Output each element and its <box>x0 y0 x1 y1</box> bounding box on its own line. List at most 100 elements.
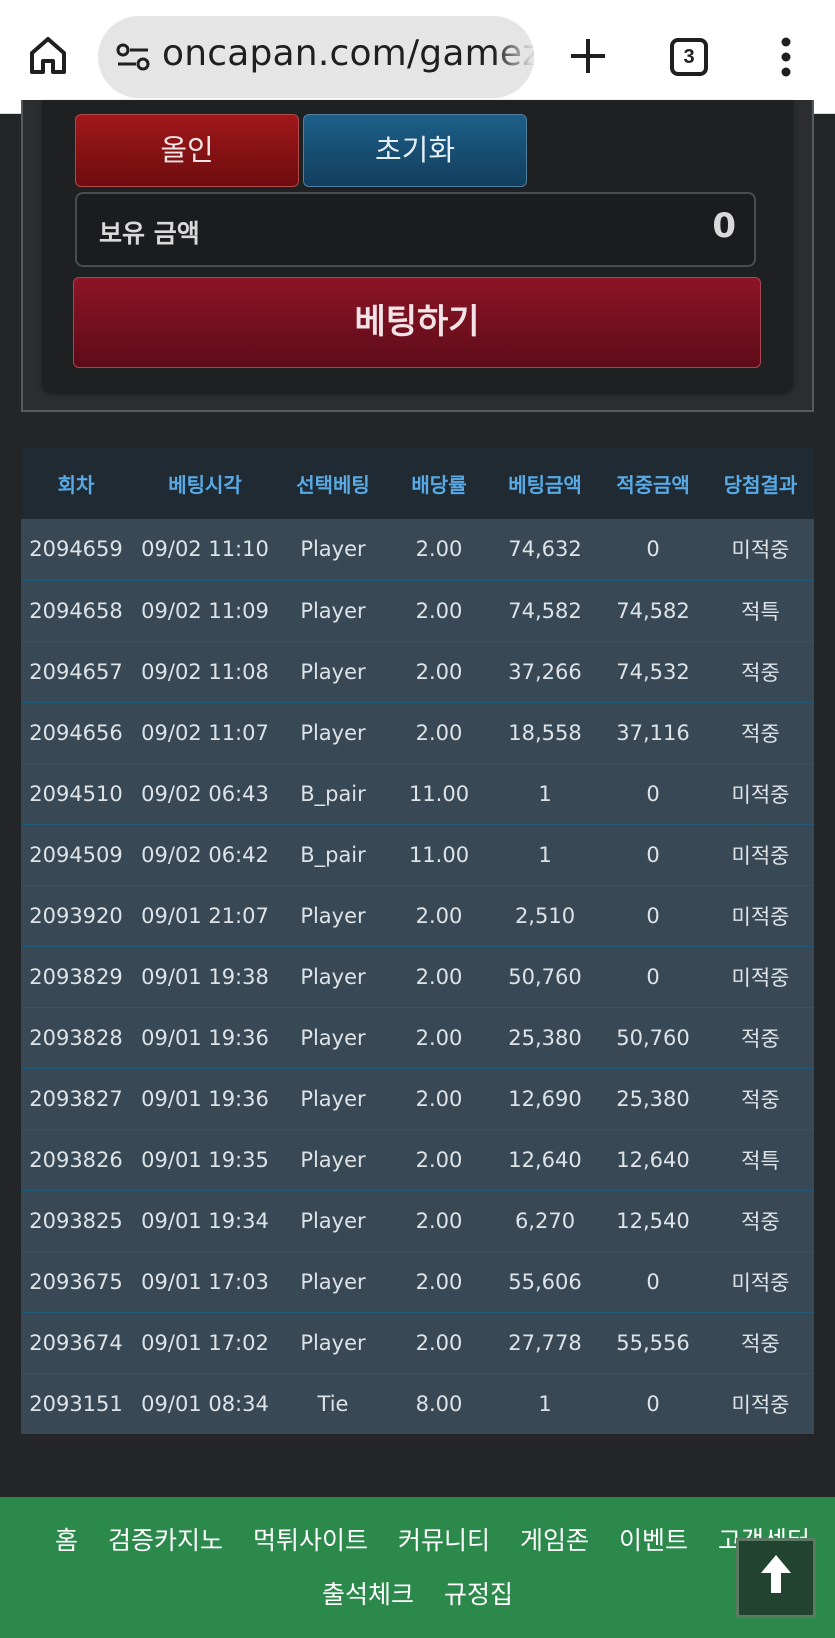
table-cell: 2093675 <box>21 1250 131 1312</box>
result-cell: 적중 <box>707 1189 814 1251</box>
table-cell: 2094509 <box>21 823 131 885</box>
table-cell: 09/02 06:43 <box>131 762 279 824</box>
table-cell: 0 <box>599 762 707 824</box>
site-settings-icon[interactable] <box>116 43 150 71</box>
table-cell: 2094658 <box>21 579 131 641</box>
footer-link[interactable]: 먹튀사이트 <box>253 1521 368 1557</box>
table-cell: 2.00 <box>387 1128 491 1190</box>
table-row: 2093828 09/01 19:36 Player 2.00 25,380 50,760… <box>21 1006 814 1068</box>
table-cell: B_pair <box>279 823 387 885</box>
result-cell: 적중 <box>707 701 814 763</box>
new-tab-icon[interactable] <box>566 34 610 78</box>
result-cell: 미적중 <box>707 762 814 824</box>
table-cell: 6,270 <box>491 1189 599 1251</box>
result-cell: 적특 <box>707 1128 814 1190</box>
url-text: oncapan.com/gamezone <box>162 33 534 74</box>
table-cell: 2093826 <box>21 1128 131 1190</box>
scroll-to-top-button[interactable] <box>736 1538 816 1618</box>
table-cell: 2.00 <box>387 884 491 946</box>
table-cell: Player <box>279 701 387 763</box>
table-cell: 12,540 <box>599 1189 707 1251</box>
footer-link[interactable]: 규정집 <box>444 1575 513 1611</box>
table-cell: 74,582 <box>491 579 599 641</box>
table-cell: 0 <box>599 823 707 885</box>
place-bet-button[interactable]: 베팅하기 <box>73 277 761 368</box>
footer-link[interactable]: 출석체크 <box>322 1575 414 1611</box>
table-cell: Player <box>279 640 387 702</box>
table-cell: 2.00 <box>387 1250 491 1312</box>
footer-link[interactable]: 홈 <box>55 1521 78 1557</box>
table-cell: B_pair <box>279 762 387 824</box>
table-cell: Player <box>279 579 387 641</box>
table-cell: 2094656 <box>21 701 131 763</box>
table-cell: 8.00 <box>387 1372 491 1434</box>
table-cell: 2093825 <box>21 1189 131 1251</box>
table-cell: 50,760 <box>599 1006 707 1068</box>
table-cell: 09/02 11:09 <box>131 579 279 641</box>
table-cell: 2093920 <box>21 884 131 946</box>
result-cell: 미적중 <box>731 538 790 563</box>
table-cell: 74,632 <box>508 537 582 562</box>
result-cell: 적특 <box>707 579 814 641</box>
table-cell: 55,556 <box>599 1311 707 1373</box>
table-cell: 2.00 <box>387 1311 491 1373</box>
table-row: 2093829 09/01 19:38 Player 2.00 50,760 0 미적중 <box>21 945 814 1007</box>
table-row: 2093826 09/01 19:35 Player 2.00 12,640 12,640… <box>21 1128 814 1190</box>
table-cell: 2093674 <box>21 1311 131 1373</box>
site-footer: 홈검증카지노먹튀사이트커뮤니티게임존이벤트고객센터 출석체크규정집 <box>0 1497 835 1638</box>
all-in-button[interactable]: 올인 <box>75 114 299 187</box>
balance-display: 보유 금액 0 <box>75 192 756 267</box>
footer-link[interactable]: 게임존 <box>520 1521 589 1557</box>
column-header: 회차 <box>21 448 131 519</box>
table-cell: 2.00 <box>387 640 491 702</box>
table-cell: 09/01 17:02 <box>131 1311 279 1373</box>
table-body: 2094659 09/02 11:10 Player 2.00 74,632 0 미적중 20… <box>21 519 814 1434</box>
footer-link[interactable]: 검증카지노 <box>108 1521 223 1557</box>
table-cell: 2.00 <box>387 945 491 1007</box>
table-cell: 2094510 <box>21 762 131 824</box>
table-header-row: 회차 베팅시각 선택베팅 배당률 베팅금액 적중금액 당첨결과 <box>21 448 814 519</box>
table-row: 2093825 09/01 19:34 Player 2.00 6,270 12,540 적… <box>21 1189 814 1251</box>
table-cell: 2094659 <box>29 537 123 562</box>
table-row: 2093920 09/01 21:07 Player 2.00 2,510 0 미적중 <box>21 884 814 946</box>
column-header: 적중금액 <box>599 448 707 519</box>
table-cell: 0 <box>646 537 660 562</box>
table-cell: 2093829 <box>21 945 131 1007</box>
tab-switcher-button[interactable]: 3 <box>670 38 708 76</box>
table-cell: 09/01 19:36 <box>131 1006 279 1068</box>
address-bar[interactable]: oncapan.com/gamezone <box>98 16 534 98</box>
table-cell: 11.00 <box>387 823 491 885</box>
table-cell: 12,690 <box>491 1067 599 1129</box>
table-cell: Player <box>279 945 387 1007</box>
home-icon[interactable] <box>26 33 70 77</box>
result-cell: 적중 <box>707 1006 814 1068</box>
table-cell: Player <box>279 1250 387 1312</box>
result-cell: 미적중 <box>707 823 814 885</box>
table-cell: 09/01 19:35 <box>131 1128 279 1190</box>
reset-button[interactable]: 초기화 <box>303 114 527 187</box>
table-cell: 2,510 <box>491 884 599 946</box>
bet-history-table: 회차 베팅시각 선택베팅 배당률 베팅금액 적중금액 당첨결과 2094659 09/02 1… <box>21 448 814 1434</box>
table-cell: Player <box>279 1189 387 1251</box>
table-row: 2094658 09/02 11:09 Player 2.00 74,582 74,582… <box>21 579 814 641</box>
column-header: 당첨결과 <box>707 448 814 519</box>
footer-nav-row: 홈검증카지노먹튀사이트커뮤니티게임존이벤트고객센터 <box>30 1521 835 1557</box>
table-row: 2093674 09/01 17:02 Player 2.00 27,778 55,556… <box>21 1311 814 1373</box>
table-row: 2093151 09/01 08:34 Tie 8.00 1 0 미적중 <box>21 1372 814 1434</box>
table-cell: 09/02 11:08 <box>131 640 279 702</box>
table-cell: 25,380 <box>599 1067 707 1129</box>
table-row: 2094657 09/02 11:08 Player 2.00 37,266 74,532… <box>21 640 814 702</box>
table-cell: 09/02 11:10 <box>141 537 269 562</box>
table-cell: 2.00 <box>387 701 491 763</box>
table-cell: 09/02 06:42 <box>131 823 279 885</box>
table-row: 2094510 09/02 06:43 B_pair 11.00 1 0 미적중 <box>21 762 814 824</box>
table-cell: 1 <box>491 762 599 824</box>
table-cell: 09/01 19:34 <box>131 1189 279 1251</box>
footer-link[interactable]: 커뮤니티 <box>398 1521 490 1557</box>
footer-link[interactable]: 이벤트 <box>619 1521 688 1557</box>
balance-label: 보유 금액 <box>99 219 200 248</box>
table-cell: Player <box>279 1311 387 1373</box>
more-options-icon[interactable] <box>772 36 800 78</box>
result-cell: 적중 <box>707 1067 814 1129</box>
table-cell: 12,640 <box>599 1128 707 1190</box>
